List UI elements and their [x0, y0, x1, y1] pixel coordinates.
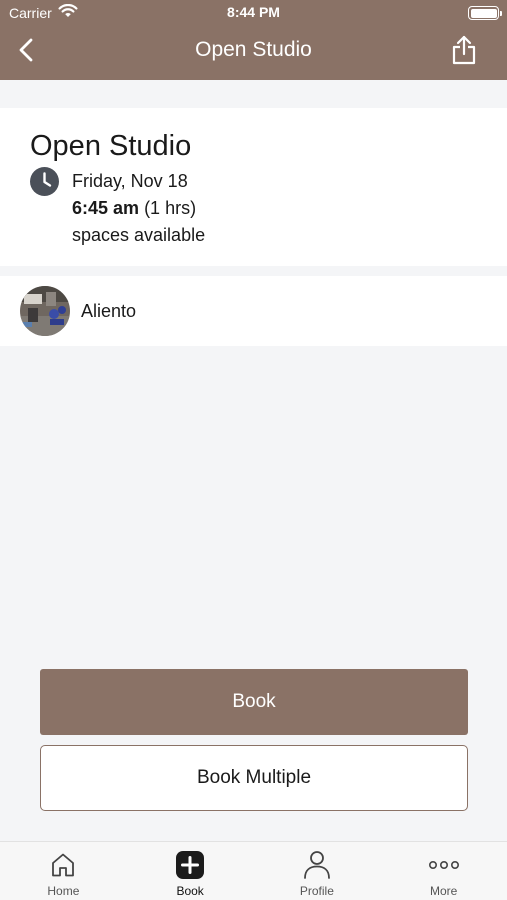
class-detail-lines: Friday, Nov 18 6:45 am (1 hrs) spaces av… — [72, 168, 205, 249]
screen: Carrier 8:44 PM Open Studio Open Studio … — [0, 0, 507, 900]
person-icon — [302, 850, 332, 880]
status-time: 8:44 PM — [227, 4, 280, 20]
tab-profile[interactable]: Profile — [254, 842, 381, 900]
tab-more-label: More — [429, 884, 458, 898]
tab-more[interactable]: More — [380, 842, 507, 900]
studio-photo-avatar — [20, 286, 70, 336]
class-time: 6:45 am — [72, 198, 140, 218]
battery-icon — [468, 6, 502, 20]
clock-icon — [30, 167, 59, 201]
page-title: Open Studio — [195, 38, 312, 61]
more-dots-icon — [428, 850, 459, 880]
plus-square-icon — [175, 850, 205, 880]
class-name: Open Studio — [30, 130, 192, 162]
battery-fill — [470, 8, 497, 18]
header: Carrier 8:44 PM Open Studio — [0, 0, 507, 80]
class-duration: (1 hrs) — [144, 198, 197, 218]
share-icon — [451, 35, 477, 70]
class-date: Friday, Nov 18 — [72, 171, 188, 191]
tab-bar: Home Book Profile More — [0, 841, 507, 900]
nav-bar: Open Studio — [0, 26, 507, 80]
tab-book-label: Book — [176, 884, 204, 898]
location-row[interactable]: Aliento — [0, 276, 507, 346]
book-button[interactable]: Book — [40, 669, 468, 735]
class-detail-card: Open Studio Friday, Nov 18 6:45 am (1 hr… — [0, 108, 507, 266]
status-bar: Carrier 8:44 PM — [0, 0, 507, 26]
location-name: Aliento — [81, 301, 137, 321]
tab-book[interactable]: Book — [127, 842, 254, 900]
tab-profile-label: Profile — [299, 884, 334, 898]
book-multiple-button[interactable]: Book Multiple — [40, 745, 468, 811]
battery-cap — [500, 10, 502, 16]
class-availability: spaces available — [72, 225, 206, 245]
class-time-row: 6:45 am (1 hrs) — [72, 195, 205, 222]
home-icon — [48, 850, 78, 880]
tab-home-label: Home — [47, 884, 80, 898]
tab-home[interactable]: Home — [0, 842, 127, 900]
share-button[interactable] — [449, 35, 479, 70]
